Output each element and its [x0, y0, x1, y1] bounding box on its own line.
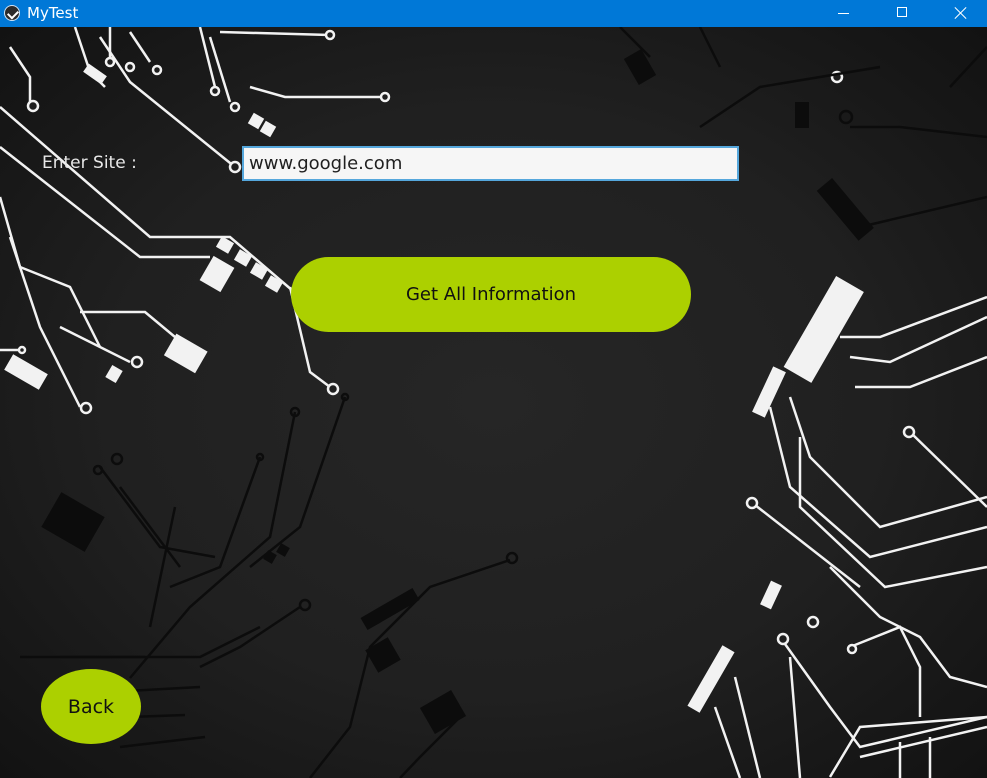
close-icon[interactable]: [931, 0, 987, 27]
back-button[interactable]: Back: [41, 669, 141, 744]
site-label: Enter Site :: [42, 153, 137, 173]
circuit-background: [0, 27, 987, 778]
app-logo-icon: [4, 5, 20, 21]
maximize-icon[interactable]: [873, 0, 931, 27]
window-title: MyTest: [27, 4, 79, 22]
site-input[interactable]: [242, 146, 739, 181]
window-titlebar: MyTest: [0, 0, 987, 27]
app-content: Enter Site : Get All Information Back: [0, 27, 987, 778]
get-all-information-button[interactable]: Get All Information: [291, 257, 691, 332]
minimize-icon[interactable]: [815, 0, 873, 27]
